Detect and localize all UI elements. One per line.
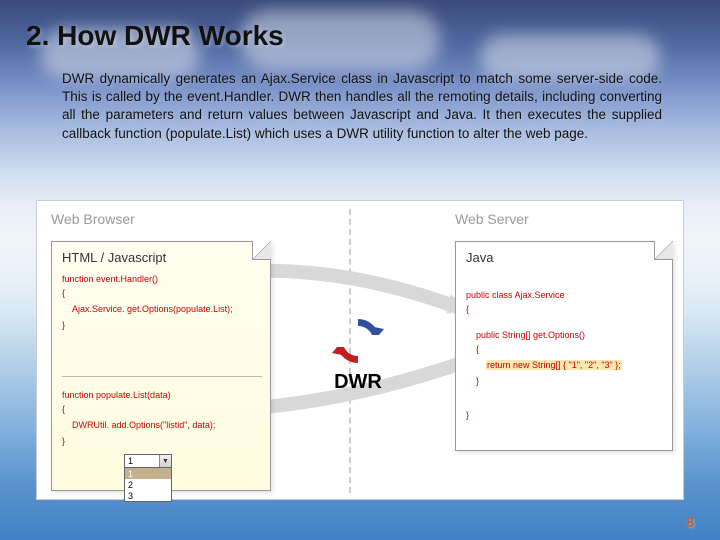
brace: }: [62, 436, 65, 447]
result-dropdown[interactable]: 1 ▼ 1 2 3: [124, 454, 180, 490]
browser-label: Web Browser: [51, 211, 135, 227]
java-method: public String[] get.Options(): [476, 330, 585, 341]
brace: }: [62, 320, 65, 331]
js-fn1-body: Ajax.Service. get.Options(populate.List)…: [72, 304, 233, 315]
java-class: public class Ajax.Service: [466, 290, 565, 301]
brace: {: [476, 344, 479, 355]
server-label: Web Server: [455, 211, 529, 227]
dropdown-selected: 1: [125, 456, 159, 466]
refresh-arrows-icon: [330, 313, 386, 369]
js-fn2-body: DWRUtil. add.Options("listid", data);: [72, 420, 215, 431]
chevron-down-icon[interactable]: ▼: [159, 455, 171, 467]
dropdown-option[interactable]: 3: [125, 490, 171, 501]
brace: {: [62, 288, 65, 299]
brace: }: [466, 410, 469, 421]
brace: {: [62, 404, 65, 415]
brace: }: [476, 376, 479, 387]
diagram-panel: Web Browser Web Server HTML / Javascript…: [36, 200, 684, 500]
server-page: Java public class Ajax.Service { public …: [455, 241, 673, 451]
slide-title: 2. How DWR Works: [26, 20, 284, 52]
brace: {: [466, 304, 469, 315]
js-fn2-sig: function populate.List(data): [62, 390, 171, 401]
dwr-logo: DWR: [313, 313, 403, 394]
dwr-logo-text: DWR: [313, 371, 403, 394]
slide-body: DWR dynamically generates an Ajax.Servic…: [62, 70, 662, 143]
js-fn1-sig: function event.Handler(): [62, 274, 158, 285]
divider-line: [62, 376, 262, 377]
page-number: 8: [686, 514, 694, 530]
dropdown-option[interactable]: 1: [125, 468, 171, 479]
dropdown-option[interactable]: 2: [125, 479, 171, 490]
server-page-title: Java: [466, 250, 493, 265]
browser-page-title: HTML / Javascript: [62, 250, 166, 265]
java-return: return new String[] { "1", "2", "3" };: [486, 360, 622, 371]
browser-page: HTML / Javascript function event.Handler…: [51, 241, 271, 491]
